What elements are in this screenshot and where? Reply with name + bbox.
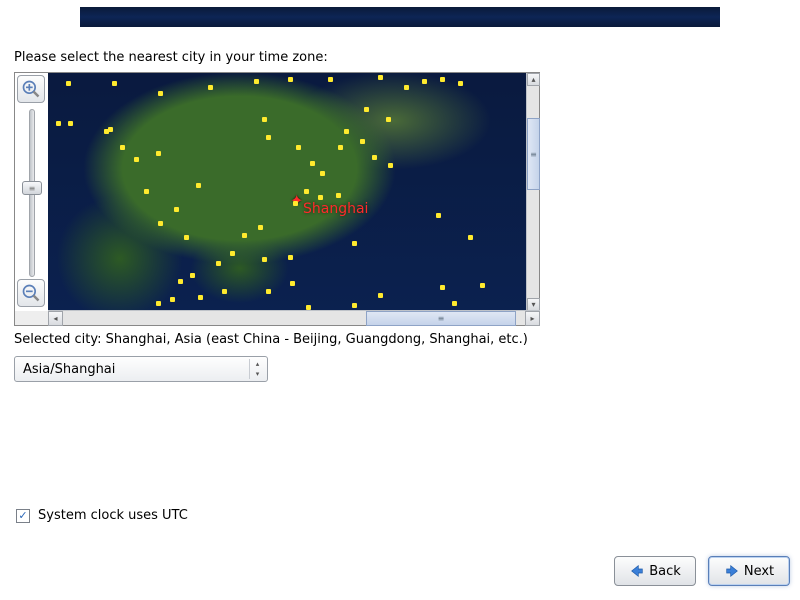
- utc-checkbox-row: ✓ System clock uses UTC: [16, 508, 188, 523]
- horizontal-scroll-thumb[interactable]: ≡: [366, 311, 516, 326]
- zoom-out-icon: [21, 283, 41, 303]
- city-marker[interactable]: [156, 301, 161, 306]
- city-marker[interactable]: [190, 273, 195, 278]
- city-marker[interactable]: [184, 235, 189, 240]
- header-banner: [80, 7, 720, 27]
- city-marker[interactable]: [254, 79, 259, 84]
- city-marker[interactable]: [352, 303, 357, 308]
- city-marker[interactable]: [364, 107, 369, 112]
- city-marker[interactable]: [120, 145, 125, 150]
- city-marker[interactable]: [378, 75, 383, 80]
- city-marker[interactable]: [178, 279, 183, 284]
- city-marker[interactable]: [144, 189, 149, 194]
- timezone-select-value: Asia/Shanghai: [23, 362, 115, 377]
- city-marker[interactable]: [440, 77, 445, 82]
- city-marker[interactable]: [266, 289, 271, 294]
- zoom-in-icon: [21, 79, 41, 99]
- city-marker[interactable]: [336, 193, 341, 198]
- city-marker[interactable]: [242, 233, 247, 238]
- city-marker[interactable]: [66, 81, 71, 86]
- city-marker[interactable]: [258, 225, 263, 230]
- city-marker[interactable]: [262, 117, 267, 122]
- city-marker[interactable]: [108, 127, 113, 132]
- scroll-left-button[interactable]: ◂: [48, 311, 63, 326]
- city-marker[interactable]: [208, 85, 213, 90]
- utc-checkbox[interactable]: ✓: [16, 509, 30, 523]
- city-marker[interactable]: [372, 155, 377, 160]
- city-marker[interactable]: [158, 221, 163, 226]
- scroll-right-button[interactable]: ▸: [525, 311, 540, 326]
- vertical-scroll-thumb[interactable]: ≡: [527, 118, 540, 190]
- timezone-prompt: Please select the nearest city in your t…: [14, 50, 328, 65]
- city-marker[interactable]: [388, 163, 393, 168]
- city-marker[interactable]: [338, 145, 343, 150]
- city-marker[interactable]: [222, 289, 227, 294]
- city-marker[interactable]: [310, 161, 315, 166]
- city-marker[interactable]: [112, 81, 117, 86]
- city-marker[interactable]: [230, 251, 235, 256]
- zoom-controls: ≡: [15, 73, 48, 311]
- city-marker[interactable]: [328, 77, 333, 82]
- zoom-out-button[interactable]: [17, 279, 45, 307]
- city-marker[interactable]: [344, 129, 349, 134]
- city-marker[interactable]: [318, 195, 323, 200]
- city-marker[interactable]: [156, 151, 161, 156]
- city-marker[interactable]: [288, 255, 293, 260]
- city-marker[interactable]: [134, 157, 139, 162]
- city-marker[interactable]: [360, 139, 365, 144]
- city-marker[interactable]: [288, 77, 293, 82]
- timezone-select[interactable]: Asia/Shanghai ▴▾: [14, 356, 268, 382]
- city-marker[interactable]: [293, 201, 298, 206]
- utc-checkbox-label: System clock uses UTC: [38, 508, 188, 523]
- next-button-label: Next: [744, 564, 774, 579]
- city-marker[interactable]: [436, 213, 441, 218]
- city-marker[interactable]: [440, 285, 445, 290]
- city-marker[interactable]: [458, 81, 463, 86]
- city-marker[interactable]: [386, 117, 391, 122]
- wizard-footer: Back Next: [614, 556, 790, 586]
- city-marker[interactable]: [468, 235, 473, 240]
- city-marker[interactable]: [304, 189, 309, 194]
- city-marker[interactable]: [158, 91, 163, 96]
- arrow-right-icon: [724, 563, 740, 579]
- scroll-up-button[interactable]: ▴: [527, 73, 540, 86]
- city-marker[interactable]: [56, 121, 61, 126]
- city-marker[interactable]: [352, 241, 357, 246]
- map-vertical-scrollbar[interactable]: ▴ ≡ ▾: [526, 73, 539, 311]
- city-marker[interactable]: [198, 295, 203, 300]
- back-button-label: Back: [649, 564, 681, 579]
- city-marker[interactable]: [262, 257, 267, 262]
- city-marker[interactable]: [452, 301, 457, 306]
- city-marker[interactable]: [320, 171, 325, 176]
- city-marker[interactable]: [296, 145, 301, 150]
- city-marker[interactable]: [216, 261, 221, 266]
- selected-city-label: Shanghai: [303, 201, 368, 217]
- city-marker[interactable]: [196, 183, 201, 188]
- city-marker[interactable]: [68, 121, 73, 126]
- arrow-left-icon: [629, 563, 645, 579]
- zoom-in-button[interactable]: [17, 75, 45, 103]
- city-marker[interactable]: [404, 85, 409, 90]
- map-container: ≡ ✦ Shanghai ▴ ≡ ▾ ◂ ≡ ▸: [14, 72, 540, 326]
- city-marker[interactable]: [290, 281, 295, 286]
- city-marker[interactable]: [422, 79, 427, 84]
- back-button[interactable]: Back: [614, 556, 696, 586]
- world-map[interactable]: ✦ Shanghai: [48, 73, 527, 311]
- map-horizontal-scrollbar[interactable]: ◂ ≡ ▸: [48, 310, 540, 325]
- city-marker[interactable]: [480, 283, 485, 288]
- city-marker[interactable]: [378, 293, 383, 298]
- next-button[interactable]: Next: [708, 556, 790, 586]
- city-marker[interactable]: [170, 297, 175, 302]
- city-marker[interactable]: [174, 207, 179, 212]
- selected-city-description: Selected city: Shanghai, Asia (east Chin…: [14, 332, 528, 347]
- city-marker[interactable]: [266, 135, 271, 140]
- zoom-slider-handle[interactable]: ≡: [22, 181, 42, 195]
- select-spinner-icon: ▴▾: [249, 359, 265, 379]
